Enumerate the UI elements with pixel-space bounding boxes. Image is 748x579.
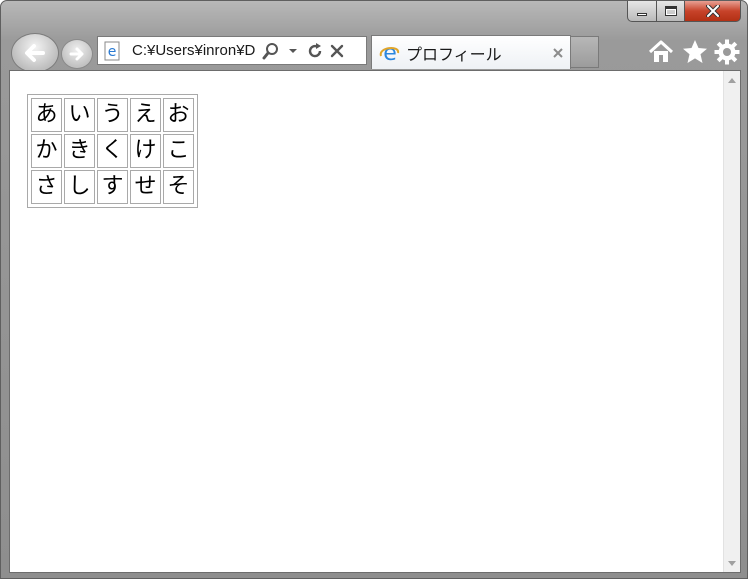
kana-table: あいうえおかきくけこさしすせそ <box>27 94 198 208</box>
address-bar[interactable]: e C:¥Users¥inron¥D <box>97 36 367 65</box>
kana-cell: せ <box>130 170 161 204</box>
svg-text:e: e <box>383 41 397 65</box>
minimize-button[interactable] <box>627 1 657 22</box>
back-button[interactable] <box>11 33 59 73</box>
kana-table-body: あいうえおかきくけこさしすせそ <box>31 98 194 204</box>
forward-arrow-icon <box>69 47 84 61</box>
kana-cell: そ <box>163 170 194 204</box>
scroll-up-icon[interactable] <box>727 75 737 85</box>
page-favicon-icon: e <box>102 40 124 62</box>
vertical-scrollbar[interactable] <box>723 71 740 572</box>
caption-buttons <box>627 1 741 22</box>
new-tab-button[interactable] <box>571 36 599 68</box>
navigation-toolbar: e C:¥Users¥inron¥D e プロフィール <box>1 29 747 73</box>
kana-cell: き <box>64 134 95 168</box>
kana-cell: け <box>130 134 161 168</box>
back-arrow-icon <box>25 44 45 62</box>
kana-cell: し <box>64 170 95 204</box>
page-viewport: あいうえおかきくけこさしすせそ <box>9 70 741 573</box>
kana-cell: さ <box>31 170 62 204</box>
kana-row: あいうえお <box>31 98 194 132</box>
scroll-down-icon[interactable] <box>727 558 737 568</box>
kana-cell: あ <box>31 98 62 132</box>
star-icon[interactable] <box>681 38 709 66</box>
kana-row: さしすせそ <box>31 170 194 204</box>
tab-active[interactable]: e プロフィール <box>371 35 571 69</box>
refresh-icon[interactable] <box>304 40 326 62</box>
tab-close-icon[interactable] <box>552 47 564 59</box>
kana-cell: い <box>64 98 95 132</box>
maximize-icon <box>664 6 677 16</box>
stop-icon[interactable] <box>326 40 348 62</box>
ie-logo-icon: e <box>379 41 399 65</box>
search-icon[interactable] <box>260 40 282 62</box>
kana-cell: お <box>163 98 194 132</box>
kana-cell: う <box>97 98 128 132</box>
svg-text:e: e <box>108 44 117 60</box>
maximize-button[interactable] <box>657 1 685 22</box>
forward-button[interactable] <box>61 39 93 69</box>
kana-cell: え <box>130 98 161 132</box>
kana-cell: す <box>97 170 128 204</box>
home-icon[interactable] <box>647 38 675 66</box>
address-url[interactable]: C:¥Users¥inron¥D <box>132 42 260 59</box>
close-window-button[interactable] <box>685 1 741 22</box>
browser-window: e C:¥Users¥inron¥D e プロフィール あ い う え お か … <box>0 0 748 579</box>
close-icon <box>705 5 720 17</box>
kana-cell: こ <box>163 134 194 168</box>
chevron-down-icon[interactable] <box>282 40 304 62</box>
kana-row: かきくけこ <box>31 134 194 168</box>
gear-icon[interactable] <box>713 38 741 66</box>
kana-cell: か <box>31 134 62 168</box>
minimize-icon <box>637 13 647 16</box>
tab-title: プロフィール <box>406 46 502 64</box>
kana-cell: く <box>97 134 128 168</box>
